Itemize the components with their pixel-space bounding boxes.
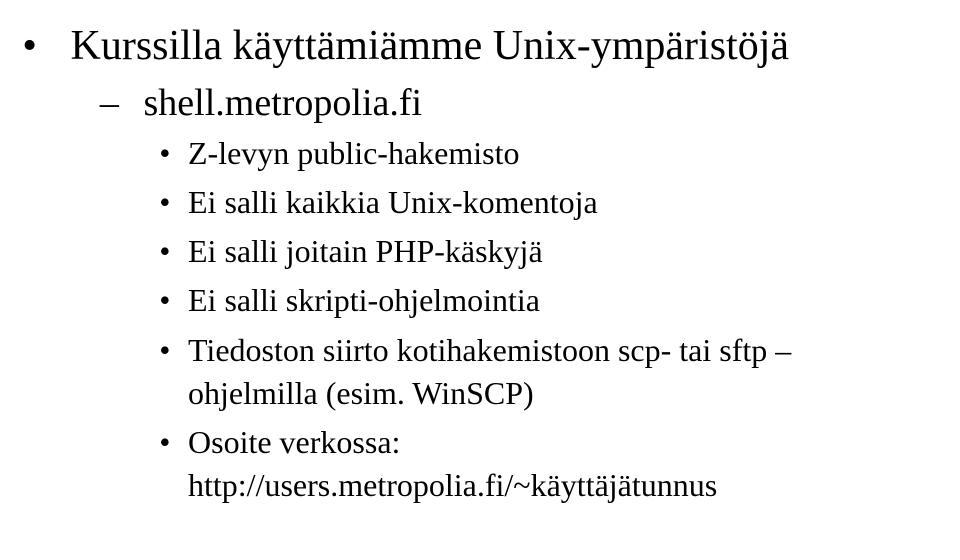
list-item: Osoite verkossa: http://users.metropolia…	[188, 421, 920, 507]
slide: Kurssilla käyttämiämme Unix-ympäristöjä …	[0, 0, 960, 560]
point-text: Osoite verkossa: http://users.metropolia…	[188, 424, 717, 503]
point-text: Ei salli skripti-ohjelmointia	[188, 282, 540, 318]
slide-title: Kurssilla käyttämiämme Unix-ympäristöjä	[71, 23, 790, 69]
bullet-list-level2: shell.metropolia.fi Z-levyn public-hakem…	[60, 79, 920, 508]
point-text: Ei salli kaikkia Unix-komentoja	[188, 184, 598, 220]
list-item: Ei salli skripti-ohjelmointia	[188, 279, 920, 322]
bullet-list-level1: Kurssilla käyttämiämme Unix-ympäristöjä …	[60, 20, 920, 507]
point-text: Z-levyn public-hakemisto	[188, 135, 519, 171]
bullet-list-level3: Z-levyn public-hakemisto Ei salli kaikki…	[134, 132, 920, 508]
point-text: Ei salli joitain PHP-käskyjä	[188, 233, 543, 269]
list-item: Kurssilla käyttämiämme Unix-ympäristöjä …	[60, 20, 920, 507]
list-item: shell.metropolia.fi Z-levyn public-hakem…	[134, 79, 920, 508]
list-item: Z-levyn public-hakemisto	[188, 132, 920, 175]
list-item: Ei salli kaikkia Unix-komentoja	[188, 181, 920, 224]
point-text: Tiedoston siirto kotihakemistoon scp- ta…	[188, 332, 791, 411]
list-item: Ei salli joitain PHP-käskyjä	[188, 230, 920, 273]
subitem-label: shell.metropolia.fi	[144, 82, 423, 124]
list-item: Tiedoston siirto kotihakemistoon scp- ta…	[188, 329, 920, 415]
